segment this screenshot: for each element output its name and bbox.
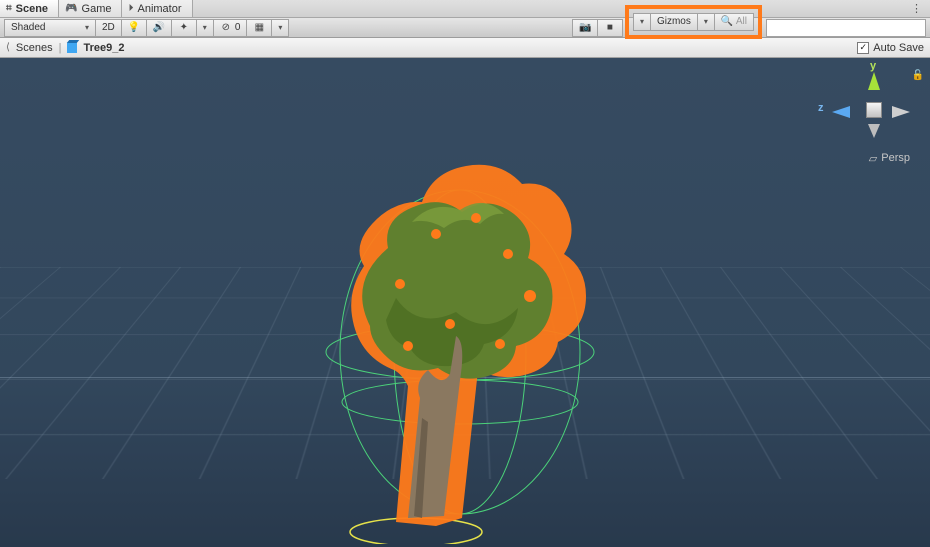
camera-settings-button[interactable]: 📷 <box>572 19 598 37</box>
shade-mode-dropdown[interactable]: Shaded ▾ <box>4 19 96 37</box>
back-icon[interactable]: ⟨ <box>6 42 10 53</box>
gamepad-icon: 🎮 <box>65 3 77 14</box>
axis-back-icon[interactable] <box>868 124 880 138</box>
fx-icon: ✦ <box>178 22 190 33</box>
chevron-down-icon: ▾ <box>278 23 282 32</box>
grid-icon: ▦ <box>253 22 265 33</box>
search-input[interactable] <box>766 19 926 37</box>
chevron-down-icon: ▾ <box>203 23 207 32</box>
tab-scene[interactable]: ⌗ Scene <box>0 0 59 17</box>
mode-2d-button[interactable]: 2D <box>96 19 122 37</box>
axis-z-icon[interactable] <box>832 106 850 118</box>
fx-dropdown[interactable]: ▾ <box>197 19 214 37</box>
mode-2d-label: 2D <box>102 22 115 33</box>
gizmos-left-dropdown[interactable]: ▾ <box>633 13 651 31</box>
projection-label-row[interactable]: ▱ Persp <box>869 152 910 165</box>
grid-icon: ⌗ <box>6 3 12 14</box>
lightbulb-icon: 💡 <box>128 22 140 33</box>
camera-icon: 📷 <box>579 22 591 33</box>
tab-label: Animator <box>137 3 181 15</box>
tool-icon: ■ <box>604 22 616 33</box>
breadcrumb-root[interactable]: Scenes <box>16 42 53 54</box>
tab-animator[interactable]: ⏵ Animator <box>122 0 192 17</box>
tab-menu-button[interactable]: ⋮ <box>903 0 930 17</box>
prefab-icon <box>67 43 77 53</box>
eye-off-icon: ⊘ <box>220 22 232 33</box>
tab-label: Game <box>82 3 112 15</box>
play-icon: ⏵ <box>128 3 133 14</box>
grid-dropdown[interactable]: ▾ <box>272 19 289 37</box>
axis-center-cube[interactable] <box>866 102 882 118</box>
search-icon: 🔍 <box>721 16 733 27</box>
projection-label: Persp <box>881 152 910 165</box>
auto-save-checkbox[interactable]: ✓ <box>857 42 869 54</box>
tool-settings-button[interactable]: ■ <box>598 19 623 37</box>
fx-toggle[interactable]: ✦ <box>172 19 197 37</box>
grid-toggle[interactable]: ▦ <box>247 19 272 37</box>
auto-save-label: Auto Save <box>873 42 924 54</box>
tree-svg <box>200 114 720 544</box>
lock-icon[interactable]: 🔓 <box>912 70 924 81</box>
chevron-down-icon: ▾ <box>85 23 89 32</box>
speaker-icon: 🔊 <box>153 22 165 33</box>
tab-bar: ⌗ Scene 🎮 Game ⏵ Animator ⋮ <box>0 0 930 18</box>
gizmos-dropdown[interactable]: ▾ <box>698 13 715 31</box>
breadcrumb-asset[interactable]: Tree9_2 <box>83 42 124 54</box>
selected-object[interactable] <box>200 114 720 544</box>
scene-viewport[interactable]: 🔓 y z ▱ Persp <box>0 58 930 547</box>
shade-mode-label: Shaded <box>11 22 45 33</box>
tab-label: Scene <box>16 3 48 15</box>
chevron-down-icon: ▾ <box>704 17 708 26</box>
axis-y-icon[interactable] <box>868 72 880 90</box>
chevron-down-icon: ▾ <box>640 17 644 26</box>
axis-z-label: z <box>818 102 824 114</box>
audio-toggle[interactable]: 🔊 <box>147 19 172 37</box>
search-scope-label: All <box>736 16 747 27</box>
projection-icon: ▱ <box>869 152 877 165</box>
hidden-count: 0 <box>235 22 241 33</box>
orientation-gizmo[interactable]: y z <box>838 76 908 146</box>
axis-y-label: y <box>870 60 876 72</box>
breadcrumb: ⟨ Scenes | Tree9_2 ✓ Auto Save <box>0 38 930 58</box>
lighting-toggle[interactable]: 💡 <box>122 19 147 37</box>
scene-toolbar: Shaded ▾ 2D 💡 🔊 ✦ ▾ ⊘ 0 ▦ ▾ 📷 ■ ▾ Gizmos… <box>0 18 930 38</box>
axis-x-icon[interactable] <box>892 106 910 118</box>
gizmos-label: Gizmos <box>657 16 691 27</box>
tab-game[interactable]: 🎮 Game <box>59 0 122 17</box>
hidden-layers-toggle[interactable]: ⊘ 0 <box>214 19 248 37</box>
gizmos-button[interactable]: Gizmos <box>651 13 698 31</box>
search-scope-button[interactable]: 🔍 All <box>715 13 754 31</box>
gizmos-highlight: ▾ Gizmos ▾ 🔍 All <box>625 5 762 39</box>
breadcrumb-separator: | <box>59 42 62 54</box>
